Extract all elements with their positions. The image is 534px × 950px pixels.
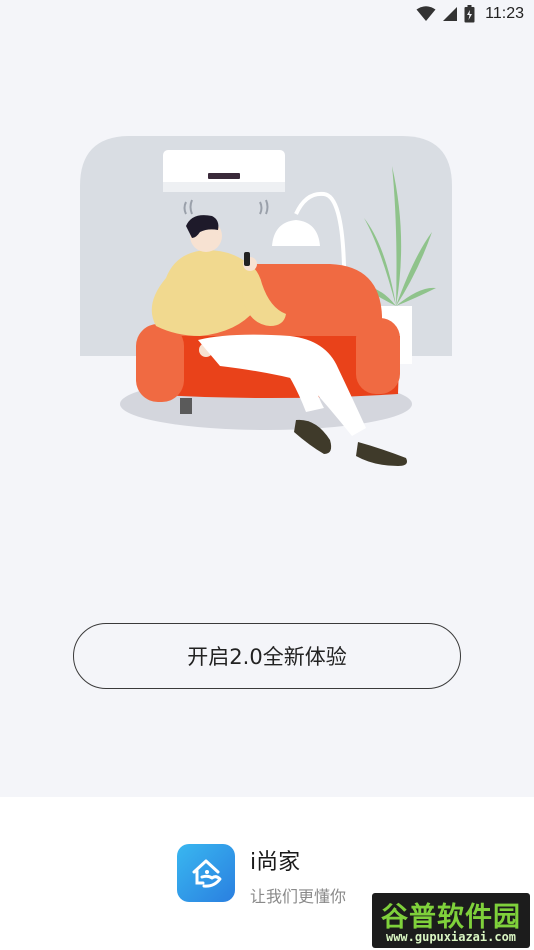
home-hand-icon <box>192 859 222 888</box>
battery-icon <box>464 5 475 23</box>
watermark-title: 谷普软件园 <box>381 902 521 933</box>
site-watermark: 谷普软件园 www.gupuxiazai.com <box>372 893 530 948</box>
onboarding-illustration <box>80 136 456 476</box>
signal-icon <box>442 6 458 22</box>
status-bar: 11:23 <box>0 0 534 28</box>
splash-screen: 11:23 开启2.0全新体验 i尚家 让我们更懂你 谷普软件园 www.gup… <box>0 0 534 950</box>
app-slogan: 让我们更懂你 <box>250 887 347 906</box>
start-experience-label: 开启2.0全新体验 <box>187 645 347 669</box>
status-time: 11:23 <box>485 5 524 22</box>
app-logo <box>177 844 235 902</box>
app-name: i尚家 <box>250 850 301 875</box>
start-experience-button[interactable]: 开启2.0全新体验 <box>73 623 461 689</box>
wifi-icon <box>416 6 436 22</box>
watermark-url: www.gupuxiazai.com <box>385 930 517 944</box>
